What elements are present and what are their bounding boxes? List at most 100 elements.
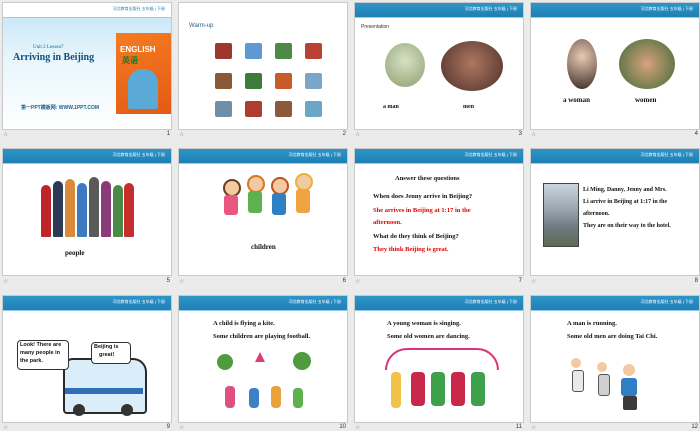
slide-star-icon: ☆	[3, 132, 9, 138]
slide-star-icon: ☆	[179, 279, 185, 285]
slide-thumbnail-8[interactable]: 河北教育出版社 五年级 | 下册 Li Ming, Danny, Jenny a…	[530, 148, 700, 276]
women-photo	[619, 39, 675, 89]
landmark-photo	[305, 43, 322, 59]
beijing-station-photo	[543, 183, 579, 247]
slide-thumbnail-9[interactable]: 河北教育出版社 五年级 | 下册 Look! There are many pe…	[2, 295, 172, 423]
book-title-en: ENGLISH	[120, 45, 156, 54]
slide-number: 3	[518, 131, 522, 137]
book-illustration	[128, 69, 158, 109]
landmark-photo	[215, 43, 232, 59]
slide-thumbnail-1[interactable]: 河北教育出版社 五年级 | 下册 Unit 2 Lesson7 Arriving…	[2, 2, 172, 130]
slide-thumbnail-7[interactable]: 河北教育出版社 五年级 | 下册 Answer these questions …	[354, 148, 524, 276]
story-line-4: They are on their way to the hotel.	[583, 223, 671, 229]
sentence-1: A child is flying a kite.	[213, 320, 275, 327]
header-accent	[3, 163, 171, 164]
book-cover-image: ENGLISH 英语	[116, 33, 171, 114]
bubble-1-line-3: the park.	[20, 358, 43, 364]
running-man-image	[567, 348, 667, 414]
park-scene-image	[215, 350, 315, 416]
slide-title: Arriving in Beijing	[13, 52, 95, 63]
landmark-photo	[245, 43, 262, 59]
slide-star-icon: ☆	[531, 132, 537, 138]
slide-number: 5	[166, 278, 170, 284]
slide-star-icon: ☆	[355, 425, 361, 431]
landmark-photo	[275, 73, 292, 89]
header-accent	[179, 163, 347, 164]
bubble-1-line-1: Look! There are	[20, 342, 62, 348]
label-men: men	[463, 104, 474, 110]
slide-thumbnail-5[interactable]: 河北教育出版社 五年级 | 下册 people	[2, 148, 172, 276]
slide-star-icon: ☆	[355, 279, 361, 285]
bubble-1-line-2: many people in	[20, 350, 61, 356]
landmark-photo	[275, 43, 292, 59]
question-2: What do they think of Beijing?	[373, 233, 459, 240]
slide-number: 8	[694, 278, 698, 284]
header-text: 河北教育出版社 五年级 | 下册	[288, 152, 341, 157]
label-people: people	[65, 249, 85, 257]
slide-number: 4	[694, 131, 698, 137]
header-accent	[355, 163, 523, 164]
sentence-2: Some old men are doing Tai Chi.	[567, 333, 658, 340]
header-accent	[531, 163, 699, 164]
bus-wheel	[73, 404, 85, 416]
slide-star-icon: ☆	[179, 425, 185, 431]
header-text: 河北教育出版社 五年级 | 下册	[464, 152, 517, 157]
landmark-photo	[215, 101, 232, 117]
slide-thumbnail-2[interactable]: Warm-up	[178, 2, 348, 130]
header-text: 河北教育出版社 五年级 | 下册	[464, 6, 517, 11]
slide-title: Presentation	[361, 24, 390, 30]
header-text: 河北教育出版社 五年级 | 下册	[288, 299, 341, 304]
bubble-2-line-1: Beijing is	[94, 344, 119, 350]
header-accent	[531, 17, 699, 18]
label-children: children	[251, 243, 276, 251]
book-title-cn: 英语	[122, 56, 138, 65]
header-accent	[355, 17, 523, 18]
slide-number: 10	[339, 424, 346, 430]
label-a-woman: a woman	[563, 96, 591, 104]
bus-stripe	[65, 388, 143, 394]
slide-thumbnail-12[interactable]: 河北教育出版社 五年级 | 下册 A man is running. Some …	[530, 295, 700, 423]
question-1: When does Jenny arrive in Beijing?	[373, 193, 473, 200]
story-line-1: Li Ming, Danny, Jenny and Mrs.	[583, 187, 667, 193]
label-a-man: a man	[383, 104, 399, 110]
header-accent	[179, 310, 347, 311]
slide-thumbnail-4[interactable]: 河北教育出版社 五年级 | 下册 a woman women	[530, 2, 700, 130]
site-watermark: 第一PPT模板网: WWW.1PPT.COM	[21, 105, 100, 111]
slide-star-icon: ☆	[355, 132, 361, 138]
unit-label: Unit 2 Lesson7	[33, 45, 64, 50]
landmark-photo	[305, 73, 322, 89]
landmark-photo	[245, 73, 262, 89]
slide-number: 6	[342, 278, 346, 284]
slide-thumbnail-11[interactable]: 河北教育出版社 五年级 | 下册 A young woman is singin…	[354, 295, 524, 423]
dancing-women-image	[385, 346, 499, 416]
slide-star-icon: ☆	[531, 279, 537, 285]
landmark-photo	[305, 101, 322, 117]
men-photo	[441, 41, 503, 91]
questions-heading: Answer these questions	[395, 175, 460, 182]
slide-thumbnail-10[interactable]: 河北教育出版社 五年级 | 下册 A child is flying a kit…	[178, 295, 348, 423]
label-women: women	[635, 96, 657, 104]
slide-title: Warm-up	[189, 23, 214, 29]
bubble-2-line-2: great!	[99, 352, 115, 358]
header-text: 河北教育出版社 五年级 | 下册	[640, 299, 693, 304]
slide-number: 1	[166, 131, 170, 137]
header-text: 河北教育出版社 五年级 | 下册	[640, 152, 693, 157]
story-line-3: afternoon.	[583, 211, 610, 217]
story-line-2: Li arrive in Beijing at 1:17 in the	[583, 199, 668, 205]
children-cartoon-image	[215, 171, 315, 235]
header-accent	[355, 310, 523, 311]
landmark-photo	[275, 101, 292, 117]
answer-1-cont: afternoon.	[373, 219, 402, 226]
header-text: 河北教育出版社 五年级 | 下册	[112, 6, 165, 11]
sentence-2: Some children are playing football.	[213, 333, 311, 340]
slide-star-icon: ☆	[531, 425, 537, 431]
answer-1: She arrives in Beijing at 1:17 in the	[373, 207, 471, 214]
slide-star-icon: ☆	[179, 132, 185, 138]
man-photo	[385, 43, 425, 87]
header-accent	[3, 310, 171, 311]
woman-photo	[567, 39, 597, 89]
slide-thumbnail-6[interactable]: 河北教育出版社 五年级 | 下册 children	[178, 148, 348, 276]
slide-star-icon: ☆	[3, 425, 9, 431]
answer-2: They think Beijing is great.	[373, 246, 449, 253]
slide-thumbnail-3[interactable]: 河北教育出版社 五年级 | 下册 Presentation a man men	[354, 2, 524, 130]
